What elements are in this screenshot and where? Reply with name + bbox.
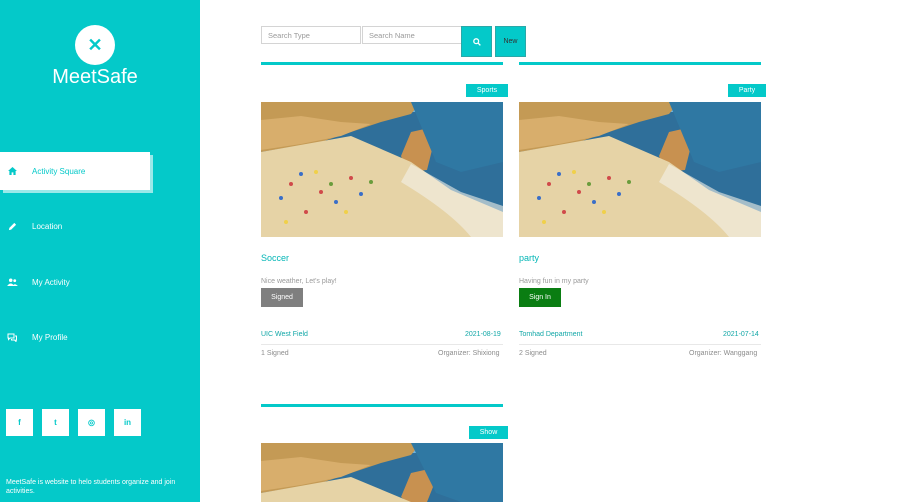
sidebar-item-label: Activity Square bbox=[32, 166, 86, 176]
sidebar-item-location[interactable]: Location bbox=[0, 207, 150, 245]
card-description: Having fun in my party bbox=[519, 278, 589, 285]
chat-icon bbox=[6, 333, 18, 342]
close-icon[interactable]: ✕ bbox=[75, 25, 115, 65]
search-button[interactable] bbox=[461, 26, 492, 57]
activity-photo bbox=[261, 443, 503, 502]
sidebar-item-label: My Activity bbox=[32, 277, 70, 287]
brand-name: MeetSafe bbox=[52, 66, 138, 88]
sidebar-item-label: My Profile bbox=[32, 332, 68, 342]
card-organizer: Organizer: Shixiong bbox=[438, 350, 500, 357]
activity-photo bbox=[261, 102, 503, 237]
twitter-icon[interactable]: t bbox=[42, 409, 69, 436]
card-divider bbox=[519, 344, 761, 345]
search-icon bbox=[472, 37, 481, 46]
users-icon bbox=[6, 278, 18, 286]
instagram-icon[interactable]: ◎ bbox=[78, 409, 105, 436]
home-icon bbox=[6, 167, 18, 175]
card-location: Tomhad Department bbox=[519, 331, 583, 338]
search-name-input[interactable]: Search Name bbox=[362, 26, 462, 44]
card-top-bar bbox=[261, 62, 503, 65]
category-tag: Party bbox=[728, 84, 766, 97]
linkedin-icon[interactable]: in bbox=[114, 409, 141, 436]
category-tag: Show bbox=[469, 426, 508, 439]
search-type-input[interactable]: Search Type bbox=[261, 26, 361, 44]
facebook-icon[interactable]: f bbox=[6, 409, 33, 436]
card-date: 2021-08-19 bbox=[465, 331, 501, 338]
card-title[interactable]: Soccer bbox=[261, 253, 289, 263]
card-divider bbox=[261, 344, 503, 345]
signed-button[interactable]: Signed bbox=[261, 288, 303, 307]
card-top-bar bbox=[261, 404, 503, 407]
card-top-bar bbox=[519, 62, 761, 65]
card-title[interactable]: party bbox=[519, 253, 539, 263]
sign-in-button[interactable]: Sign In bbox=[519, 288, 561, 307]
category-tag: Sports bbox=[466, 84, 508, 97]
new-button[interactable]: New bbox=[495, 26, 526, 57]
activity-photo bbox=[519, 102, 761, 237]
card-organizer: Organizer: Wanggang bbox=[689, 350, 758, 357]
card-description: Nice weather, Let's play! bbox=[261, 278, 337, 285]
about-text: MeetSafe is website to helo students org… bbox=[6, 479, 176, 495]
sidebar-item-activity-square[interactable]: Activity Square bbox=[0, 152, 150, 190]
card-signed-count: 1 Signed bbox=[261, 350, 289, 357]
card-location: UIC West Field bbox=[261, 331, 308, 338]
sidebar-item-label: Location bbox=[32, 221, 63, 231]
card-signed-count: 2 Signed bbox=[519, 350, 547, 357]
sidebar-item-my-activity[interactable]: My Activity bbox=[0, 263, 150, 301]
sidebar: ✕ MeetSafe Activity Square Location My A… bbox=[0, 0, 200, 502]
card-date: 2021-07-14 bbox=[723, 331, 759, 338]
sidebar-item-my-profile[interactable]: My Profile bbox=[0, 318, 150, 356]
pencil-icon bbox=[6, 222, 18, 231]
